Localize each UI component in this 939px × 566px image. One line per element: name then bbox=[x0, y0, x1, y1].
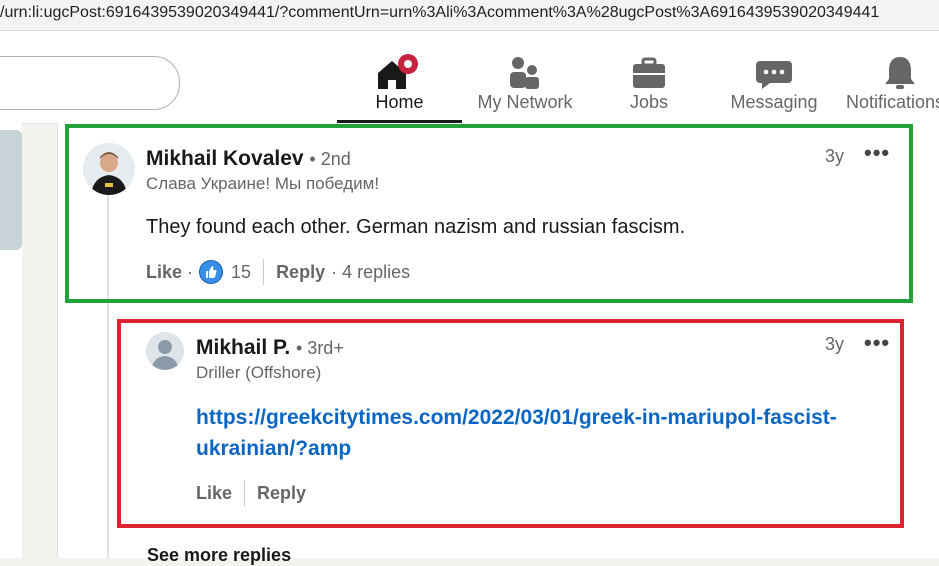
nav-jobs-label: Jobs bbox=[629, 92, 669, 112]
nav-my-network-label: My Network bbox=[477, 92, 573, 112]
nav-jobs[interactable]: Jobs bbox=[600, 49, 698, 123]
left-sidebar-card bbox=[0, 130, 22, 250]
nav-home-label: Home bbox=[375, 92, 424, 112]
address-bar[interactable]: /urn:li:ugcPost:6916439539020349441/?com… bbox=[0, 0, 939, 31]
see-more-replies-button[interactable]: See more replies bbox=[147, 545, 291, 566]
nav-notifications-label: Notifications bbox=[846, 92, 939, 112]
top-nav: Home My Network Jobs Messaging Notificat… bbox=[0, 31, 939, 124]
search-input[interactable] bbox=[0, 56, 180, 110]
nav-my-network[interactable]: My Network bbox=[465, 49, 585, 123]
address-bar-url[interactable]: /urn:li:ugcPost:6916439539020349441/?com… bbox=[0, 4, 879, 21]
nav-notifications[interactable]: Notifications bbox=[846, 49, 939, 123]
messaging-icon bbox=[756, 61, 792, 89]
briefcase-icon bbox=[633, 57, 665, 88]
highlight-box-red bbox=[117, 319, 904, 528]
bell-icon bbox=[885, 57, 915, 89]
highlight-box-green bbox=[65, 124, 913, 303]
nav-messaging[interactable]: Messaging bbox=[720, 49, 828, 123]
nav-messaging-label: Messaging bbox=[730, 92, 818, 112]
home-icon bbox=[377, 54, 418, 89]
nav-home[interactable]: Home bbox=[337, 49, 462, 123]
network-icon bbox=[510, 57, 539, 89]
